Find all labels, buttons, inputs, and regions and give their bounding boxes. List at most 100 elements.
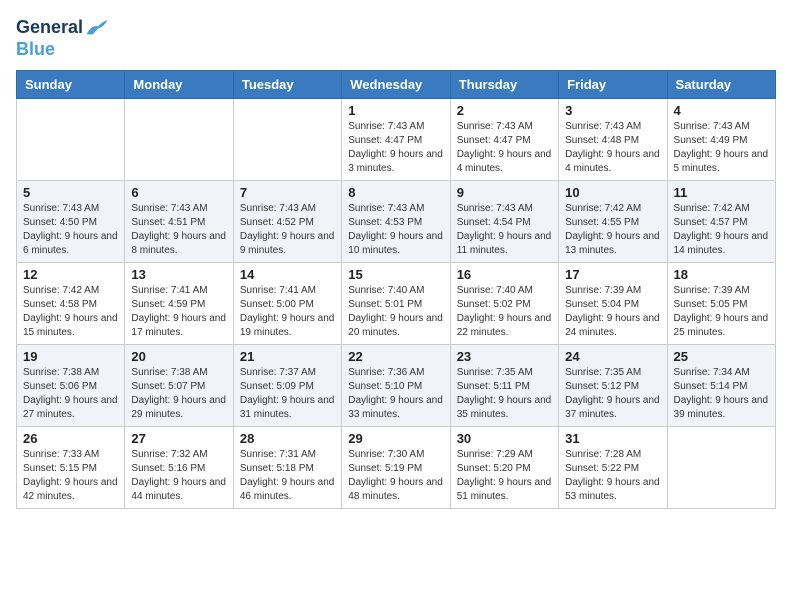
calendar-cell: 8 Sunrise: 7:43 AM Sunset: 4:53 PM Daylig… xyxy=(342,180,450,262)
calendar-cell: 31 Sunrise: 7:28 AM Sunset: 5:22 PM Dayli… xyxy=(559,426,667,508)
calendar-cell: 23 Sunrise: 7:35 AM Sunset: 5:11 PM Dayli… xyxy=(450,344,558,426)
day-of-week-header: Sunday xyxy=(17,70,125,98)
day-number: 13 xyxy=(131,267,226,282)
day-info: Sunrise: 7:29 AM Sunset: 5:20 PM Dayligh… xyxy=(457,448,552,504)
calendar-table: SundayMondayTuesdayWednesdayThursdayFrid… xyxy=(16,70,776,509)
calendar-cell: 24 Sunrise: 7:35 AM Sunset: 5:12 PM Dayli… xyxy=(559,344,667,426)
day-info: Sunrise: 7:41 AM Sunset: 4:59 PM Dayligh… xyxy=(131,284,226,340)
day-number: 7 xyxy=(240,185,335,200)
day-number: 1 xyxy=(348,103,443,118)
day-number: 9 xyxy=(457,185,552,200)
day-number: 22 xyxy=(348,349,443,364)
day-info: Sunrise: 7:35 AM Sunset: 5:11 PM Dayligh… xyxy=(457,366,552,422)
day-number: 11 xyxy=(674,185,769,200)
calendar-cell: 4 Sunrise: 7:43 AM Sunset: 4:49 PM Daylig… xyxy=(667,98,775,180)
day-number: 12 xyxy=(23,267,118,282)
day-info: Sunrise: 7:42 AM Sunset: 4:55 PM Dayligh… xyxy=(565,202,660,258)
logo-bird-icon xyxy=(85,16,109,40)
day-of-week-header: Tuesday xyxy=(233,70,341,98)
calendar-cell: 9 Sunrise: 7:43 AM Sunset: 4:54 PM Daylig… xyxy=(450,180,558,262)
day-info: Sunrise: 7:43 AM Sunset: 4:51 PM Dayligh… xyxy=(131,202,226,258)
day-info: Sunrise: 7:37 AM Sunset: 5:09 PM Dayligh… xyxy=(240,366,335,422)
calendar-body: 1 Sunrise: 7:43 AM Sunset: 4:47 PM Daylig… xyxy=(17,98,776,508)
calendar-cell: 25 Sunrise: 7:34 AM Sunset: 5:14 PM Dayli… xyxy=(667,344,775,426)
day-info: Sunrise: 7:28 AM Sunset: 5:22 PM Dayligh… xyxy=(565,448,660,504)
page-header: General Blue xyxy=(16,16,776,60)
day-info: Sunrise: 7:43 AM Sunset: 4:48 PM Dayligh… xyxy=(565,120,660,176)
day-number: 18 xyxy=(674,267,769,282)
day-number: 2 xyxy=(457,103,552,118)
calendar-cell: 1 Sunrise: 7:43 AM Sunset: 4:47 PM Daylig… xyxy=(342,98,450,180)
calendar-cell: 12 Sunrise: 7:42 AM Sunset: 4:58 PM Dayli… xyxy=(17,262,125,344)
day-number: 19 xyxy=(23,349,118,364)
day-info: Sunrise: 7:42 AM Sunset: 4:58 PM Dayligh… xyxy=(23,284,118,340)
day-info: Sunrise: 7:39 AM Sunset: 5:05 PM Dayligh… xyxy=(674,284,769,340)
day-info: Sunrise: 7:34 AM Sunset: 5:14 PM Dayligh… xyxy=(674,366,769,422)
calendar-cell: 28Sunrise: 7:31 AM Sunset: 5:18 PM Dayli… xyxy=(233,426,341,508)
day-number: 4 xyxy=(674,103,769,118)
calendar-cell: 30 Sunrise: 7:29 AM Sunset: 5:20 PM Dayli… xyxy=(450,426,558,508)
calendar-cell: 29Sunrise: 7:30 AM Sunset: 5:19 PM Dayli… xyxy=(342,426,450,508)
day-number: 15 xyxy=(348,267,443,282)
day-number: 29 xyxy=(348,431,443,446)
calendar-cell: 17 Sunrise: 7:39 AM Sunset: 5:04 PM Dayli… xyxy=(559,262,667,344)
day-number: 30 xyxy=(457,431,552,446)
calendar-week-row: 5 Sunrise: 7:43 AM Sunset: 4:50 PM Daylig… xyxy=(17,180,776,262)
calendar-cell: 5 Sunrise: 7:43 AM Sunset: 4:50 PM Daylig… xyxy=(17,180,125,262)
day-info: Sunrise: 7:36 AM Sunset: 5:10 PM Dayligh… xyxy=(348,366,443,422)
day-info: Sunrise: 7:42 AM Sunset: 4:57 PM Dayligh… xyxy=(674,202,769,258)
calendar-header-row: SundayMondayTuesdayWednesdayThursdayFrid… xyxy=(17,70,776,98)
calendar-cell: 3Sunrise: 7:43 AM Sunset: 4:48 PM Daylig… xyxy=(559,98,667,180)
day-info: Sunrise: 7:38 AM Sunset: 5:07 PM Dayligh… xyxy=(131,366,226,422)
calendar-week-row: 26 Sunrise: 7:33 AM Sunset: 5:15 PM Dayli… xyxy=(17,426,776,508)
day-info: Sunrise: 7:35 AM Sunset: 5:12 PM Dayligh… xyxy=(565,366,660,422)
calendar-cell: 22 Sunrise: 7:36 AM Sunset: 5:10 PM Dayli… xyxy=(342,344,450,426)
calendar-cell: 15 Sunrise: 7:40 AM Sunset: 5:01 PM Dayli… xyxy=(342,262,450,344)
day-info: Sunrise: 7:39 AM Sunset: 5:04 PM Dayligh… xyxy=(565,284,660,340)
calendar-cell: 18 Sunrise: 7:39 AM Sunset: 5:05 PM Dayli… xyxy=(667,262,775,344)
day-info: Sunrise: 7:43 AM Sunset: 4:53 PM Dayligh… xyxy=(348,202,443,258)
calendar-cell: 20 Sunrise: 7:38 AM Sunset: 5:07 PM Dayli… xyxy=(125,344,233,426)
day-info: Sunrise: 7:33 AM Sunset: 5:15 PM Dayligh… xyxy=(23,448,118,504)
day-info: Sunrise: 7:43 AM Sunset: 4:47 PM Dayligh… xyxy=(348,120,443,176)
calendar-week-row: 19 Sunrise: 7:38 AM Sunset: 5:06 PM Dayli… xyxy=(17,344,776,426)
day-info: Sunrise: 7:40 AM Sunset: 5:02 PM Dayligh… xyxy=(457,284,552,340)
day-number: 21 xyxy=(240,349,335,364)
day-info: Sunrise: 7:43 AM Sunset: 4:47 PM Dayligh… xyxy=(457,120,552,176)
calendar-cell: 7 Sunrise: 7:43 AM Sunset: 4:52 PM Daylig… xyxy=(233,180,341,262)
calendar-cell: 11 Sunrise: 7:42 AM Sunset: 4:57 PM Dayli… xyxy=(667,180,775,262)
day-number: 14 xyxy=(240,267,335,282)
calendar-cell: 6Sunrise: 7:43 AM Sunset: 4:51 PM Daylig… xyxy=(125,180,233,262)
day-info: Sunrise: 7:31 AM Sunset: 5:18 PM Dayligh… xyxy=(240,448,335,504)
day-info: Sunrise: 7:43 AM Sunset: 4:49 PM Dayligh… xyxy=(674,120,769,176)
calendar-week-row: 12 Sunrise: 7:42 AM Sunset: 4:58 PM Dayli… xyxy=(17,262,776,344)
day-info: Sunrise: 7:32 AM Sunset: 5:16 PM Dayligh… xyxy=(131,448,226,504)
day-of-week-header: Thursday xyxy=(450,70,558,98)
logo: General Blue xyxy=(16,16,109,60)
calendar-cell: 26 Sunrise: 7:33 AM Sunset: 5:15 PM Dayli… xyxy=(17,426,125,508)
day-number: 24 xyxy=(565,349,660,364)
calendar-cell: 2 Sunrise: 7:43 AM Sunset: 4:47 PM Daylig… xyxy=(450,98,558,180)
day-number: 25 xyxy=(674,349,769,364)
day-info: Sunrise: 7:41 AM Sunset: 5:00 PM Dayligh… xyxy=(240,284,335,340)
day-number: 20 xyxy=(131,349,226,364)
day-of-week-header: Wednesday xyxy=(342,70,450,98)
day-info: Sunrise: 7:43 AM Sunset: 4:50 PM Dayligh… xyxy=(23,202,118,258)
calendar-cell: 21 Sunrise: 7:37 AM Sunset: 5:09 PM Dayli… xyxy=(233,344,341,426)
day-number: 23 xyxy=(457,349,552,364)
day-info: Sunrise: 7:38 AM Sunset: 5:06 PM Dayligh… xyxy=(23,366,118,422)
day-number: 5 xyxy=(23,185,118,200)
day-number: 17 xyxy=(565,267,660,282)
calendar-cell xyxy=(233,98,341,180)
calendar-cell: 10 Sunrise: 7:42 AM Sunset: 4:55 PM Dayli… xyxy=(559,180,667,262)
day-info: Sunrise: 7:43 AM Sunset: 4:54 PM Dayligh… xyxy=(457,202,552,258)
day-number: 26 xyxy=(23,431,118,446)
calendar-cell: 19 Sunrise: 7:38 AM Sunset: 5:06 PM Dayli… xyxy=(17,344,125,426)
day-number: 10 xyxy=(565,185,660,200)
day-of-week-header: Monday xyxy=(125,70,233,98)
day-info: Sunrise: 7:43 AM Sunset: 4:52 PM Dayligh… xyxy=(240,202,335,258)
day-number: 31 xyxy=(565,431,660,446)
calendar-cell: 16Sunrise: 7:40 AM Sunset: 5:02 PM Dayli… xyxy=(450,262,558,344)
day-info: Sunrise: 7:40 AM Sunset: 5:01 PM Dayligh… xyxy=(348,284,443,340)
day-number: 8 xyxy=(348,185,443,200)
